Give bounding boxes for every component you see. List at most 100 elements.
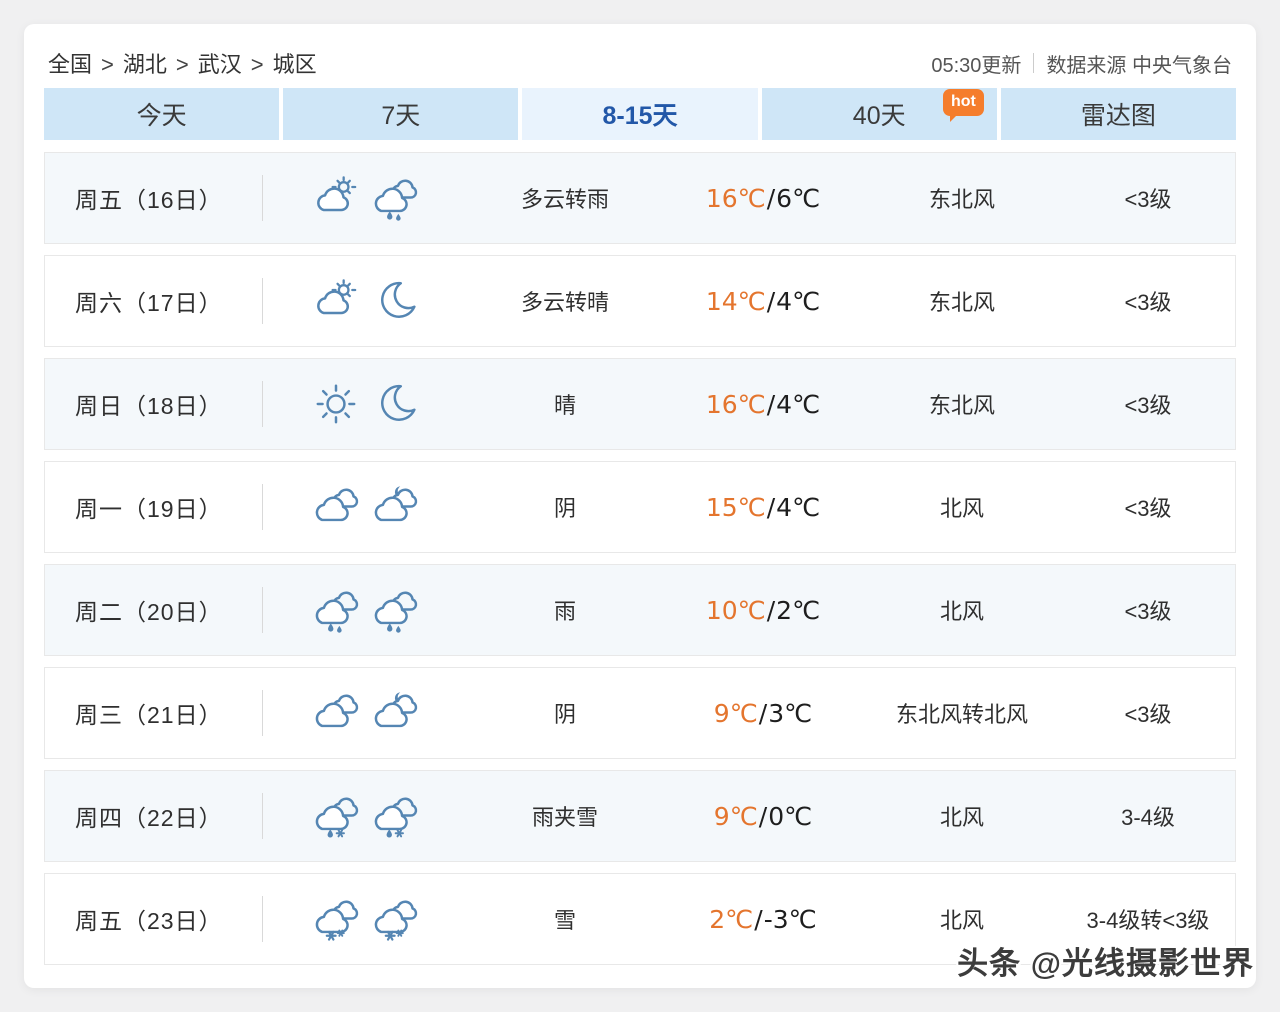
weather-text: 多云转雨 [520, 187, 609, 212]
temp-slash: / [766, 595, 776, 625]
temp-high: 9℃ [713, 801, 758, 831]
tab-radar[interactable]: 雷达图 [1000, 88, 1237, 140]
temp-low: 4℃ [776, 389, 821, 419]
moon-icon [372, 381, 418, 427]
overcast-icon [313, 484, 359, 530]
day-label: 周二（20日） [45, 565, 263, 655]
temp-high: 10℃ [705, 595, 766, 625]
tab-7-days[interactable]: 7天 [283, 88, 519, 140]
tab-label: 8-15天 [602, 102, 678, 130]
tab-8-15-days[interactable]: 8-15天 [522, 88, 758, 140]
temp-slash: / [766, 389, 776, 419]
forecast-list: 周五（16日） 多云转雨 16℃/6℃ 东北风 <3级 周六（17日） 多云转晴… [44, 152, 1236, 965]
tab-label: 今天 [136, 102, 187, 130]
sun-icon [313, 381, 359, 427]
temp-slash: / [766, 492, 776, 522]
temp-high: 16℃ [705, 389, 766, 419]
temp-low: -3℃ [763, 904, 817, 934]
tab-bar: 今天 7天 8-15天 40天 hot 雷达图 [44, 88, 1237, 140]
temperature: 16℃/4℃ [663, 390, 863, 419]
day-label: 周五（16日） [45, 153, 263, 243]
wind-direction: 东北风 [928, 187, 995, 212]
weather-icons [263, 587, 467, 633]
temp-high: 2℃ [709, 904, 754, 934]
breadcrumb-separator: > [250, 52, 264, 77]
weather-icons [263, 484, 467, 530]
weather-icons [263, 793, 467, 839]
wind-scale: 3-4级转<3级 [1086, 908, 1210, 933]
rain-icon [372, 175, 418, 221]
tab-today[interactable]: 今天 [44, 88, 280, 140]
tab-40-days[interactable]: 40天 hot [761, 88, 997, 140]
watermark: 头条 @光线摄影世界 [957, 946, 1254, 981]
weather-text: 雨夹雪 [531, 805, 598, 830]
wind-direction: 北风 [939, 908, 984, 933]
temp-low: 0℃ [768, 801, 813, 831]
wind-direction: 东北风转北风 [895, 702, 1028, 727]
temp-low: 6℃ [776, 183, 821, 213]
overcast-night-icon [372, 690, 418, 736]
temp-slash: / [758, 801, 768, 831]
wind-direction: 东北风 [928, 290, 995, 315]
breadcrumb-item[interactable]: 城区 [273, 52, 317, 77]
weather-icons [263, 381, 467, 427]
weather-icons [263, 175, 467, 221]
temp-low: 3℃ [768, 698, 813, 728]
temperature: 9℃/0℃ [663, 802, 863, 831]
temperature: 15℃/4℃ [663, 493, 863, 522]
wind-direction: 北风 [939, 805, 984, 830]
wind-scale: <3级 [1124, 290, 1172, 315]
temperature: 9℃/3℃ [663, 699, 863, 728]
forecast-row: 周二（20日） 雨 10℃/2℃ 北风 <3级 [44, 564, 1236, 656]
wind-scale: <3级 [1124, 702, 1172, 727]
wind-scale: 3-4级 [1121, 805, 1175, 830]
breadcrumb-item[interactable]: 武汉 [198, 52, 242, 77]
forecast-row: 周六（17日） 多云转晴 14℃/4℃ 东北风 <3级 [44, 255, 1236, 347]
wind-scale: <3级 [1124, 496, 1172, 521]
sleet-icon [313, 793, 359, 839]
temp-slash: / [754, 904, 763, 934]
breadcrumb-item[interactable]: 湖北 [123, 52, 167, 77]
forecast-row: 周五（16日） 多云转雨 16℃/6℃ 东北风 <3级 [44, 152, 1236, 244]
day-label: 周五（23日） [45, 874, 263, 964]
weather-text: 雨 [553, 599, 576, 624]
temperature: 10℃/2℃ [663, 596, 863, 625]
cloud-sun-icon [313, 175, 359, 221]
rain-icon [372, 587, 418, 633]
temp-slash: / [758, 698, 768, 728]
day-label: 周一（19日） [45, 462, 263, 552]
temp-slash: / [766, 183, 776, 213]
weather-text: 雪 [553, 908, 576, 933]
temperature: 14℃/4℃ [663, 287, 863, 316]
weather-card: 全国 > 湖北 > 武汉 > 城区 05:30更新 数据来源 中央气象台 今天 7天 8-15天… [24, 24, 1256, 988]
temp-high: 14℃ [705, 286, 766, 316]
overcast-icon [313, 690, 359, 736]
weather-icons [263, 278, 467, 324]
wind-scale: <3级 [1124, 187, 1172, 212]
sleet-icon [372, 793, 418, 839]
weather-text: 阴 [553, 702, 576, 727]
tab-label: 雷达图 [1080, 102, 1156, 130]
meta-divider [1033, 53, 1035, 73]
breadcrumb: 全国 > 湖北 > 武汉 > 城区 [48, 47, 317, 79]
temp-high: 9℃ [713, 698, 758, 728]
snow-icon [372, 896, 418, 942]
weather-text: 阴 [553, 496, 576, 521]
tab-label: 7天 [381, 102, 421, 130]
day-label: 周六（17日） [45, 256, 263, 346]
snow-icon [313, 896, 359, 942]
forecast-row: 周日（18日） 晴 16℃/4℃ 东北风 <3级 [44, 358, 1236, 450]
tab-label: 40天 [852, 102, 906, 130]
breadcrumb-item[interactable]: 全国 [48, 52, 92, 77]
temp-low: 4℃ [776, 492, 821, 522]
update-meta: 05:30更新 数据来源 中央气象台 [931, 49, 1232, 78]
hot-badge: hot [942, 89, 984, 122]
day-label: 周日（18日） [45, 359, 263, 449]
breadcrumb-separator: > [175, 52, 189, 77]
wind-direction: 北风 [939, 599, 984, 624]
weather-icons [263, 690, 467, 736]
overcast-night-icon [372, 484, 418, 530]
forecast-row: 周四（22日） 雨夹雪 9℃/0℃ 北风 3-4级 [44, 770, 1236, 862]
weather-text: 多云转晴 [520, 290, 609, 315]
wind-direction: 北风 [939, 496, 984, 521]
